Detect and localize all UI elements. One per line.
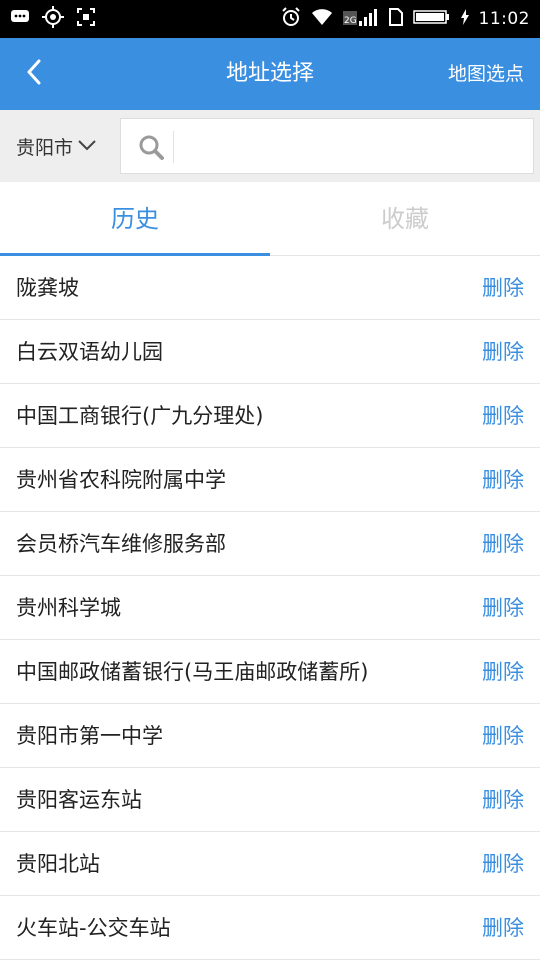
delete-button[interactable]: 删除 xyxy=(482,256,524,320)
map-select-button[interactable]: 地图选点 xyxy=(448,38,524,110)
chevron-left-icon xyxy=(26,59,42,89)
list-item-name: 贵阳北站 xyxy=(16,852,100,876)
screenshot-icon xyxy=(76,7,96,31)
list-item[interactable]: 贵阳市第一中学 删除 xyxy=(0,704,540,768)
list-item-name: 贵州科学城 xyxy=(16,596,121,620)
list-item-name: 火车站-公交车站 xyxy=(16,916,171,940)
status-bar: 2G 11:02 xyxy=(0,0,540,38)
status-time: 11:02 xyxy=(478,9,530,29)
charging-icon xyxy=(460,9,469,29)
list-item[interactable]: 贵州科学城 删除 xyxy=(0,576,540,640)
search-input[interactable] xyxy=(181,119,521,173)
list-item-name: 会员桥汽车维修服务部 xyxy=(16,532,226,556)
city-label: 贵阳市 xyxy=(16,136,74,159)
delete-button[interactable]: 删除 xyxy=(482,320,524,384)
list-item[interactable]: 白云双语幼儿园 删除 xyxy=(0,320,540,384)
history-list: 陇龚坡 删除 白云双语幼儿园 删除 中国工商银行(广九分理处) 删除 贵州省农科… xyxy=(0,256,540,960)
delete-button[interactable]: 删除 xyxy=(482,512,524,576)
list-item-name: 陇龚坡 xyxy=(16,276,79,300)
search-icon xyxy=(137,133,165,161)
alarm-icon xyxy=(281,7,301,31)
app-header: 地址选择 地图选点 xyxy=(0,38,540,110)
search-divider xyxy=(173,131,174,163)
chevron-down-icon xyxy=(77,135,97,157)
list-item-name: 贵阳客运东站 xyxy=(16,788,142,812)
search-box[interactable] xyxy=(120,118,534,174)
svg-text:2G: 2G xyxy=(344,16,357,26)
list-item[interactable]: 贵阳客运东站 删除 xyxy=(0,768,540,832)
list-item[interactable]: 贵阳北站 删除 xyxy=(0,832,540,896)
list-item-name: 中国邮政储蓄银行(马王庙邮政储蓄所) xyxy=(16,660,369,684)
delete-button[interactable]: 删除 xyxy=(482,768,524,832)
delete-button[interactable]: 删除 xyxy=(482,640,524,704)
list-item[interactable]: 贵州省农科院附属中学 删除 xyxy=(0,448,540,512)
tab-bar: 历史 收藏 xyxy=(0,182,540,256)
list-item[interactable]: 会员桥汽车维修服务部 删除 xyxy=(0,512,540,576)
list-item[interactable]: 陇龚坡 删除 xyxy=(0,256,540,320)
delete-button[interactable]: 删除 xyxy=(482,704,524,768)
list-item-name: 中国工商银行(广九分理处) xyxy=(16,404,264,428)
list-item[interactable]: 中国工商银行(广九分理处) 删除 xyxy=(0,384,540,448)
list-item[interactable]: 火车站-公交车站 删除 xyxy=(0,896,540,960)
tab-history[interactable]: 历史 xyxy=(0,182,270,256)
sim-card-icon xyxy=(388,8,403,30)
wifi-icon xyxy=(311,8,333,30)
cellular-signal-icon: 2G xyxy=(342,7,379,31)
tab-favorites[interactable]: 收藏 xyxy=(270,182,540,256)
back-button[interactable] xyxy=(14,54,54,94)
list-item[interactable]: 中国邮政储蓄银行(马王庙邮政储蓄所) 删除 xyxy=(0,640,540,704)
location-target-icon xyxy=(42,6,64,32)
delete-button[interactable]: 删除 xyxy=(482,576,524,640)
message-icon xyxy=(10,9,30,29)
search-row: 贵阳市 xyxy=(0,110,540,182)
delete-button[interactable]: 删除 xyxy=(482,448,524,512)
city-selector[interactable]: 贵阳市 xyxy=(16,110,97,182)
delete-button[interactable]: 删除 xyxy=(482,384,524,448)
list-item-name: 贵阳市第一中学 xyxy=(16,724,163,748)
list-item-name: 贵州省农科院附属中学 xyxy=(16,468,226,492)
list-item-name: 白云双语幼儿园 xyxy=(16,340,163,364)
delete-button[interactable]: 删除 xyxy=(482,832,524,896)
delete-button[interactable]: 删除 xyxy=(482,896,524,960)
battery-icon xyxy=(412,9,451,29)
